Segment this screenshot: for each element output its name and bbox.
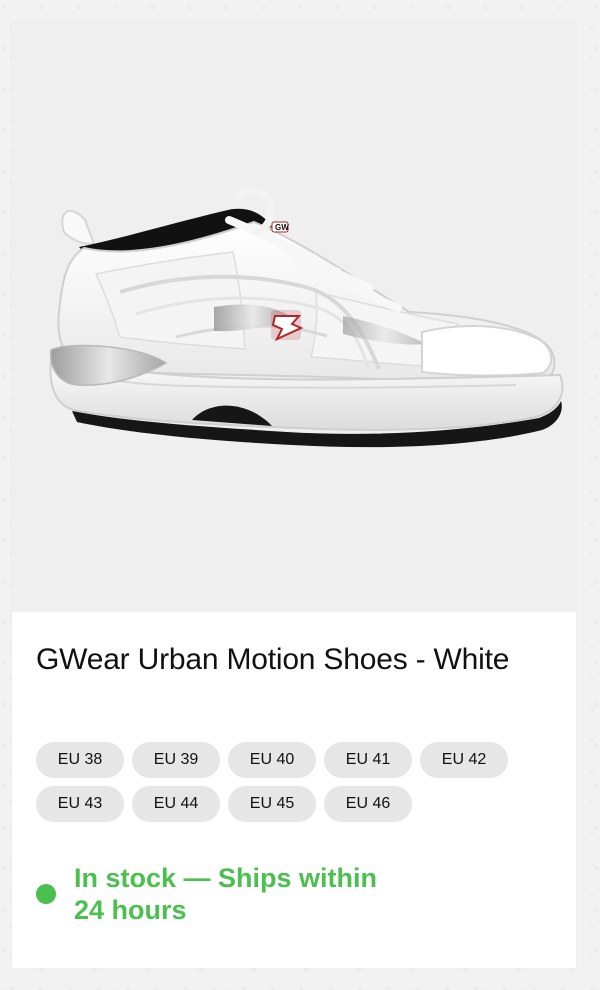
shoe-image: GW (49, 187, 564, 448)
size-chip[interactable]: EU 40 (228, 742, 316, 778)
stock-text: In stock — Ships within 24 hours (74, 863, 378, 925)
product-card: GW GWear Urban Motion Shoes - White EU 3… (12, 22, 576, 968)
product-image[interactable]: GW (12, 22, 576, 612)
product-title: GWear Urban Motion Shoes - White (36, 643, 510, 676)
status-dot-icon (36, 884, 56, 904)
tongue-brand-mark: GW (275, 223, 289, 232)
size-chip[interactable]: EU 41 (324, 742, 412, 778)
size-chip[interactable]: EU 46 (324, 786, 412, 822)
size-chip[interactable]: EU 39 (132, 742, 220, 778)
size-chip[interactable]: EU 43 (36, 786, 124, 822)
size-chip[interactable]: EU 38 (36, 742, 124, 778)
size-chip[interactable]: EU 44 (132, 786, 220, 822)
size-chip[interactable]: EU 42 (420, 742, 508, 778)
size-selector: EU 38 EU 39 EU 40 EU 41 EU 42 EU 43 EU 44 EU 45… (36, 742, 536, 822)
stock-status: In stock — Ships within 24 hours (36, 862, 436, 926)
size-chip[interactable]: EU 45 (228, 786, 316, 822)
